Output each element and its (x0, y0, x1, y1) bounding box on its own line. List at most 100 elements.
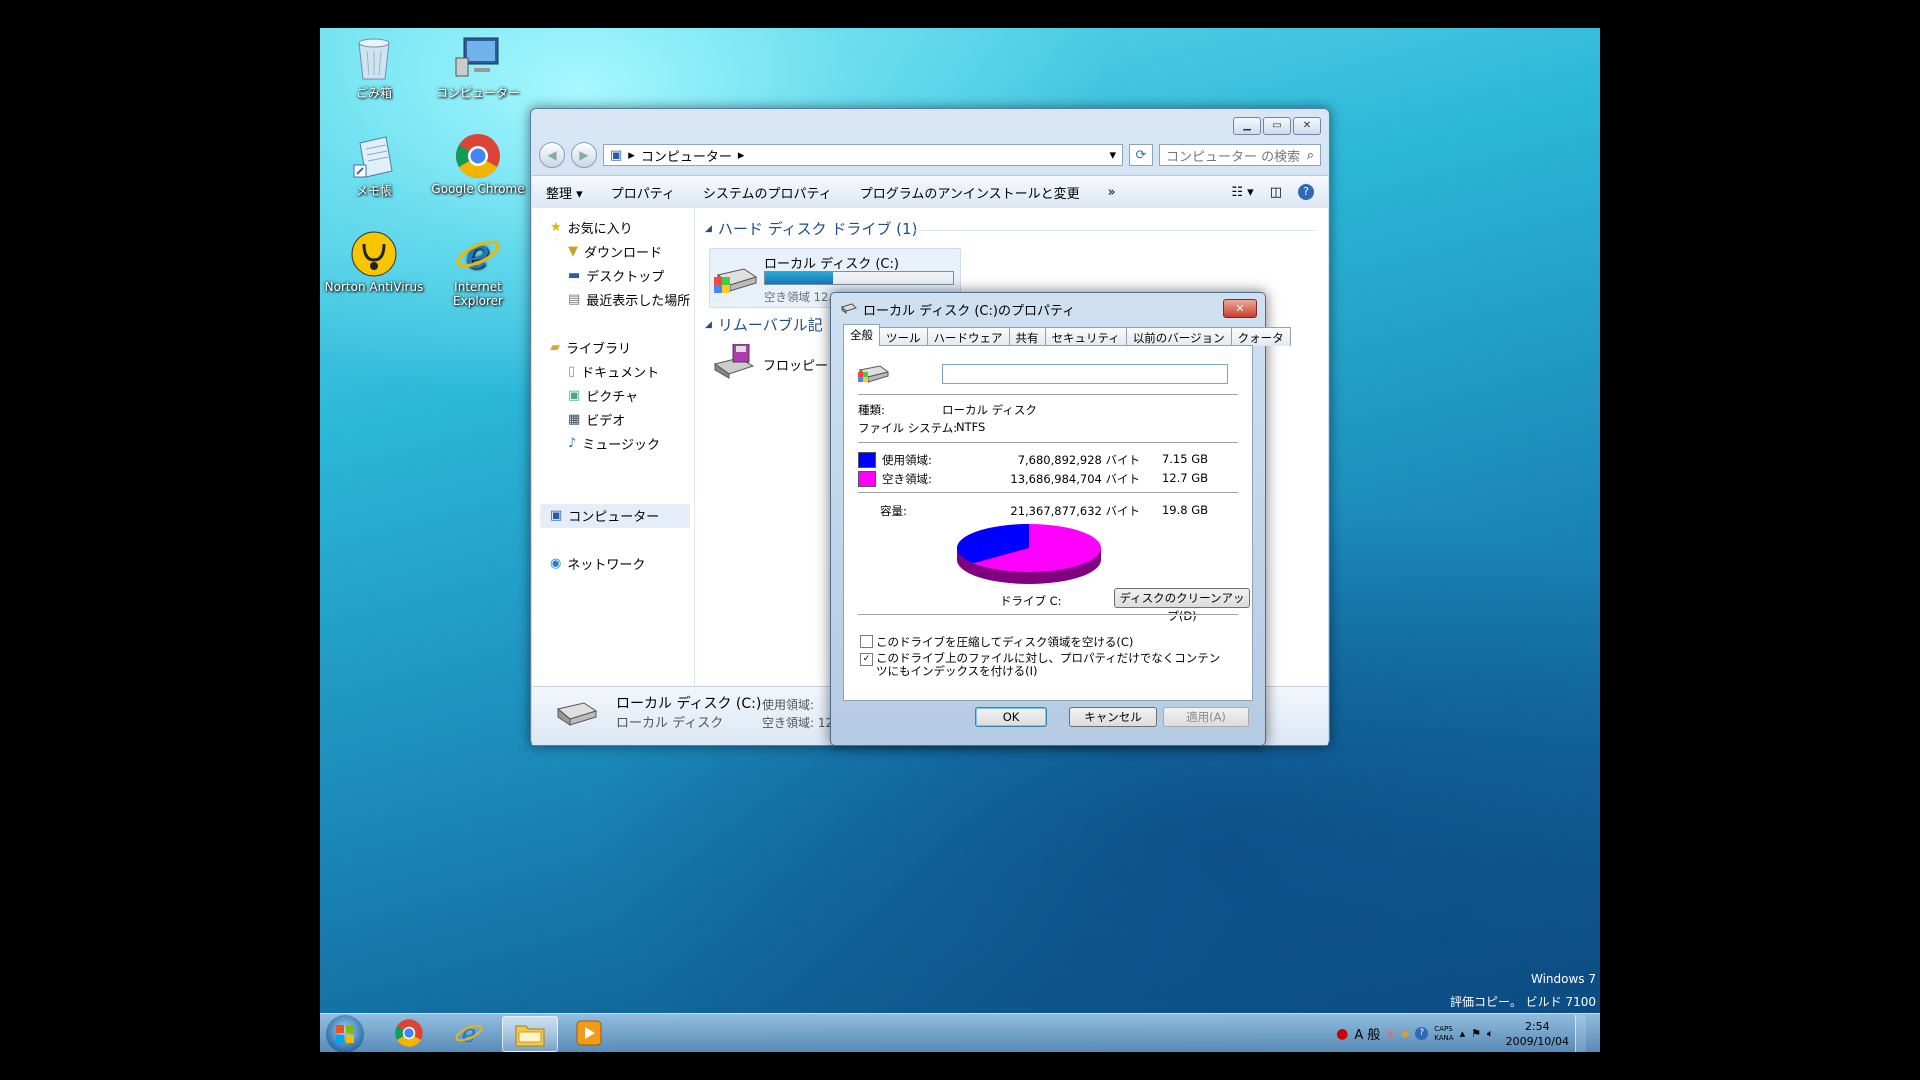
start-button[interactable] (326, 1015, 364, 1052)
refresh-button[interactable]: ⟳ (1129, 144, 1153, 166)
volume-label-input[interactable] (942, 364, 1228, 384)
nav-downloads[interactable]: ▼ ダウンロード (568, 242, 662, 261)
minimize-button[interactable]: ▁ (1233, 117, 1261, 135)
apply-button[interactable]: 適用(A) (1163, 707, 1249, 727)
show-desktop-button[interactable] (1575, 1014, 1586, 1052)
tab-previous-versions[interactable]: 以前のバージョン (1125, 327, 1232, 346)
desktop-icon-notepad[interactable]: メモ帳 (324, 132, 424, 199)
properties-button[interactable]: プロパティ (611, 183, 675, 202)
icon-label: Norton AntiVirus (324, 280, 424, 294)
drive-usage-fill (765, 272, 833, 284)
caps-lock-indicator: CAPS (1434, 1024, 1453, 1033)
ime-indicator[interactable]: A 般 (1354, 1024, 1380, 1043)
disk-usage-pie (957, 524, 1101, 584)
norton-tray-icon[interactable]: ● (1336, 1026, 1348, 1042)
nav-recent[interactable]: ▤ 最近表示した場所 (568, 290, 690, 309)
breadcrumb-arrow-icon: ▸ (737, 147, 745, 163)
group-header-removable[interactable]: ◢ リムーバブル記 (705, 314, 823, 335)
floppy-drive-item[interactable]: フロッピー (713, 343, 828, 384)
desktop: ごみ箱 コンピューター メモ帳 Google Chrome Norton Ant… (320, 28, 1600, 1052)
dialog-close-button[interactable]: ✕ (1223, 299, 1257, 318)
search-placeholder: コンピューター の検索 (1166, 149, 1301, 165)
nav-pictures[interactable]: ▣ ピクチャ (568, 386, 638, 405)
collapse-icon: ◢ (705, 223, 712, 234)
nav-network[interactable]: ◉ ネットワーク (550, 554, 645, 573)
disk-cleanup-button[interactable]: ディスクのクリーンアップ(D) (1114, 588, 1250, 623)
nav-music[interactable]: ♪ ミュージック (568, 434, 660, 453)
svg-text:e: e (466, 232, 490, 278)
status-drive-name: ローカル ディスク (C:) (616, 696, 762, 712)
forward-button[interactable]: ▶ (571, 142, 597, 168)
tab-security[interactable]: セキュリティ (1044, 327, 1127, 346)
icon-label: コンピューター (435, 86, 520, 100)
chevron-down-icon[interactable]: ▾ (1109, 148, 1116, 163)
view-options-icon[interactable]: ☷ ▾ (1231, 185, 1253, 200)
breadcrumb[interactable]: コンピューター (641, 146, 732, 165)
desktop-icon-computer[interactable]: コンピューター (428, 34, 528, 101)
hard-drive-icon (554, 697, 598, 731)
filesystem-label: ファイル システム: (858, 421, 958, 435)
compress-checkbox-label: このドライブを圧縮してディスク領域を空ける(C) (876, 635, 1134, 649)
tab-general[interactable]: 全般 (843, 324, 880, 346)
show-hidden-icons-button[interactable]: ▴ (1460, 1027, 1466, 1040)
ie-icon: e (455, 1019, 483, 1048)
tab-sharing[interactable]: 共有 (1008, 327, 1046, 346)
ime-pad-icon[interactable]: ◆ (1401, 1027, 1409, 1040)
free-space-row: 空き領域: (858, 471, 932, 487)
index-checkbox[interactable]: ✓ (860, 653, 873, 666)
nav-documents[interactable]: ▯ ドキュメント (568, 362, 659, 381)
tab-hardware[interactable]: ハードウェア (926, 327, 1010, 346)
organize-menu[interactable]: 整理 ▾ (546, 183, 583, 202)
cancel-button[interactable]: キャンセル (1069, 707, 1157, 727)
desktop-icon-ie[interactable]: e Internet Explorer (428, 230, 528, 308)
group-header-hdd[interactable]: ◢ ハード ディスク ドライブ (1) (705, 218, 917, 239)
uninstall-button[interactable]: プログラムのアンインストールと変更 (860, 183, 1080, 202)
tab-tools[interactable]: ツール (879, 327, 928, 346)
nav-favorites[interactable]: ★ お気に入り (550, 218, 633, 237)
nav-libraries[interactable]: ▰ ライブラリ (550, 338, 631, 357)
search-input[interactable]: コンピューター の検索 ⌕ (1159, 144, 1321, 166)
nav-desktop[interactable]: ▬ デスクトップ (568, 266, 664, 285)
desktop-icon: ▬ (568, 268, 581, 283)
more-button[interactable]: » (1108, 185, 1116, 200)
close-button[interactable]: ✕ (1293, 117, 1321, 135)
taskbar-chrome[interactable] (382, 1016, 436, 1050)
preview-pane-icon[interactable]: ◫ (1270, 185, 1282, 200)
desktop-icon-recycle-bin[interactable]: ごみ箱 (324, 34, 424, 101)
maximize-button[interactable]: ▭ (1263, 117, 1291, 135)
desktop-icon-norton[interactable]: Norton AntiVirus (324, 230, 424, 294)
back-button[interactable]: ◀ (539, 142, 565, 168)
address-bar[interactable]: ▣ ▸ コンピューター ▸ ▾ (603, 144, 1123, 166)
clock[interactable]: 2:54 2009/10/04 (1506, 1019, 1569, 1049)
index-checkbox-row[interactable]: ✓ このドライブ上のファイルに対し、プロパティだけでなくコンテンツにもインデック… (860, 652, 1230, 678)
compress-checkbox-row[interactable]: このドライブを圧縮してディスク領域を空ける(C) (860, 634, 1133, 650)
volume-icon[interactable]: 🔈︎ (1487, 1027, 1494, 1041)
taskbar-ie[interactable]: e (442, 1016, 496, 1050)
status-used-label: 使用領域: (762, 698, 815, 712)
used-gb: 7.15 GB (1161, 452, 1208, 466)
search-icon[interactable]: ⌕ (1307, 148, 1314, 163)
ok-button[interactable]: OK (975, 707, 1047, 727)
ime-toolbar-icon[interactable]: ◈ (1386, 1027, 1394, 1040)
tab-quota[interactable]: クォータ (1230, 327, 1291, 346)
action-center-icon[interactable]: ⚑ (1471, 1027, 1481, 1040)
svg-text:e: e (462, 1019, 477, 1048)
hard-drive-icon (841, 302, 857, 318)
help-icon[interactable]: ? (1298, 184, 1314, 200)
libraries-icon: ▰ (550, 340, 560, 355)
free-bytes: 13,686,984,704 バイト (1010, 472, 1140, 486)
nav-videos[interactable]: ▦ ビデオ (568, 410, 625, 429)
type-label: 種類: (858, 403, 885, 417)
help-icon[interactable]: ? (1415, 1027, 1429, 1040)
system-properties-button[interactable]: システムのプロパティ (703, 183, 832, 202)
taskbar-media-player[interactable] (562, 1016, 616, 1050)
drive-usage-bar (764, 271, 954, 285)
computer-icon: ▣ (610, 147, 623, 163)
status-free-label: 空き領域: 12 (762, 716, 834, 730)
taskbar-explorer[interactable] (502, 1016, 558, 1052)
desktop-icon-chrome[interactable]: Google Chrome (428, 132, 528, 196)
kana-lock-indicator: KANA (1434, 1033, 1454, 1042)
drive-label: ドライブ C: (1000, 594, 1062, 608)
nav-computer[interactable]: ▣ コンピューター (550, 506, 659, 525)
compress-checkbox[interactable] (860, 635, 873, 648)
